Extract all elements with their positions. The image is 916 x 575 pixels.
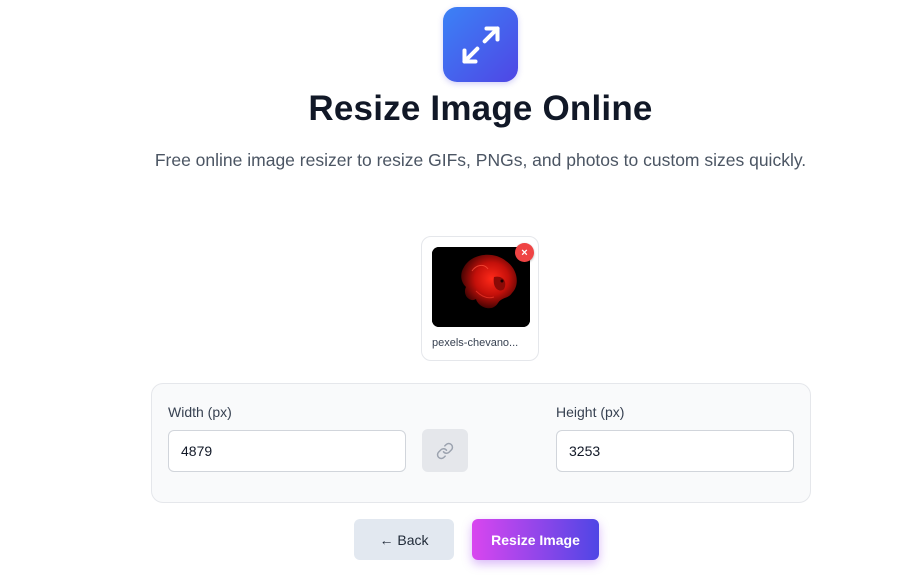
height-input[interactable] [556,430,794,472]
image-thumbnail [432,247,530,327]
uploaded-file-card: × pexels-chevano... [421,236,539,361]
page-title: Resize Image Online [308,89,653,128]
width-label: Width (px) [168,404,232,420]
page-subtitle: Free online image resizer to resize GIFs… [154,150,807,170]
height-label: Height (px) [556,404,625,420]
resize-image-page: Resize Image Online Free online image re… [0,0,916,575]
app-logo [443,7,518,82]
remove-file-button[interactable]: × [515,243,534,262]
link-icon [436,442,454,459]
aspect-ratio-lock-button[interactable] [422,429,468,472]
expand-arrows-icon [461,25,500,64]
resize-image-button[interactable]: Resize Image [472,519,599,560]
file-name: pexels-chevano... [432,337,519,349]
width-input[interactable] [168,430,406,472]
back-button[interactable]: ← Back [354,519,454,560]
dimensions-panel: Width (px) Height (px) [151,383,811,503]
betta-fish-image [432,247,530,327]
